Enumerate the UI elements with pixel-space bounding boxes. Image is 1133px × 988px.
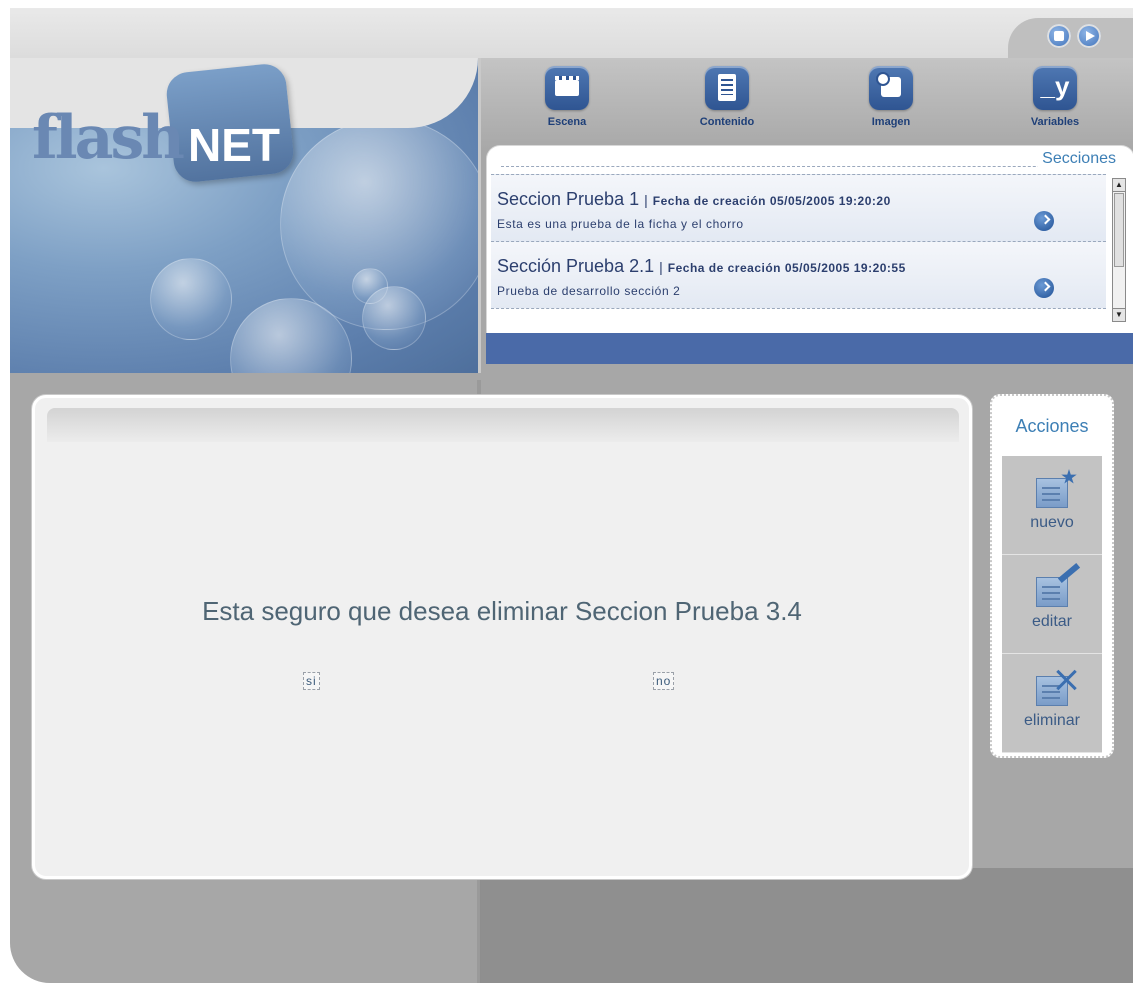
sections-panel: Secciones Seccion Prueba 1 | Fecha de cr… xyxy=(486,145,1133,334)
logo-panel: flash NET xyxy=(10,58,481,373)
scroll-thumb[interactable] xyxy=(1114,193,1124,267)
dialog-header xyxy=(47,408,959,442)
list-item[interactable]: Sección Prueba 2.1 | Fecha de creación 0… xyxy=(491,241,1106,309)
toolbar-variables-label: Variables xyxy=(1030,116,1080,128)
scroll-up-icon[interactable]: ▲ xyxy=(1113,179,1125,192)
variables-icon: _y xyxy=(1033,66,1077,110)
arrow-right-icon[interactable] xyxy=(1034,211,1054,231)
toolbar-contenido-label: Contenido xyxy=(699,116,755,128)
image-icon xyxy=(869,66,913,110)
sections-scrollbar[interactable]: ▲ ▼ xyxy=(1112,178,1126,322)
no-button[interactable]: no xyxy=(653,672,675,690)
confirm-delete-dialog: Esta seguro que desea eliminar Seccion P… xyxy=(32,395,972,879)
toolbar-imagen-label: Imagen xyxy=(871,116,911,128)
arrow-right-icon[interactable] xyxy=(1034,278,1054,298)
section-separator: | xyxy=(659,259,663,275)
sections-title: Secciones xyxy=(1038,150,1116,168)
new-button[interactable]: nuevo xyxy=(1002,456,1102,555)
new-document-icon xyxy=(1036,469,1077,508)
section-date: Fecha de creación 05/05/2005 19:20:20 xyxy=(652,194,891,208)
list-item[interactable]: Seccion Prueba 1 | Fecha de creación 05/… xyxy=(491,174,1106,241)
app-window: flash NET Escena Contenido Imagen _y Var… xyxy=(10,8,1133,983)
toolbar-imagen-button[interactable]: Imagen xyxy=(851,66,931,128)
section-title-line: Seccion Prueba 1 | Fecha de creación 05/… xyxy=(497,189,891,210)
new-button-label: nuevo xyxy=(1030,514,1074,531)
toolbar-contenido-button[interactable]: Contenido xyxy=(687,66,767,128)
bubble-decoration xyxy=(362,286,426,350)
section-date: Fecha de creación 05/05/2005 19:20:55 xyxy=(667,261,906,275)
actions-panel: Acciones nuevo editar eliminar xyxy=(990,394,1114,758)
section-title-line: Sección Prueba 2.1 | Fecha de creación 0… xyxy=(497,256,906,277)
section-name: Sección Prueba 2.1 xyxy=(497,256,655,276)
section-separator: | xyxy=(644,192,648,208)
top-strip xyxy=(10,8,1133,58)
stop-icon[interactable] xyxy=(1047,24,1071,48)
sections-header-rule xyxy=(501,152,1091,167)
section-description: Esta es una prueba de la ficha y el chor… xyxy=(497,217,744,231)
logo-text-flash: flash xyxy=(32,103,185,173)
play-icon[interactable] xyxy=(1077,24,1101,48)
yes-button[interactable]: si xyxy=(303,672,320,690)
lower-right-panel xyxy=(480,868,1133,983)
toolbar-escena-label: Escena xyxy=(547,116,587,128)
bubble-decoration xyxy=(150,258,232,340)
section-description: Prueba de desarrollo sección 2 xyxy=(497,284,681,298)
sections-footer-band xyxy=(486,333,1133,364)
delete-button[interactable]: eliminar xyxy=(1002,654,1102,753)
section-name: Seccion Prueba 1 xyxy=(497,189,640,209)
delete-document-icon xyxy=(1036,676,1068,706)
actions-title: Acciones xyxy=(1015,416,1089,436)
edit-button[interactable]: editar xyxy=(1002,555,1102,654)
edit-button-label: editar xyxy=(1031,613,1073,630)
dialog-message: Esta seguro que desea eliminar Seccion P… xyxy=(202,596,802,626)
scroll-down-icon[interactable]: ▼ xyxy=(1113,308,1125,321)
edit-document-icon xyxy=(1036,562,1081,607)
main-toolbar: Escena Contenido Imagen _y Variables xyxy=(481,58,1133,150)
toolbar-variables-button[interactable]: _y Variables xyxy=(1015,66,1095,128)
clapperboard-icon xyxy=(545,66,589,110)
document-icon xyxy=(705,66,749,110)
logo-text-net: NET xyxy=(188,119,280,171)
sections-list: Seccion Prueba 1 | Fecha de creación 05/… xyxy=(491,174,1106,309)
delete-button-label: eliminar xyxy=(1023,712,1080,729)
toolbar-escena-button[interactable]: Escena xyxy=(527,66,607,128)
